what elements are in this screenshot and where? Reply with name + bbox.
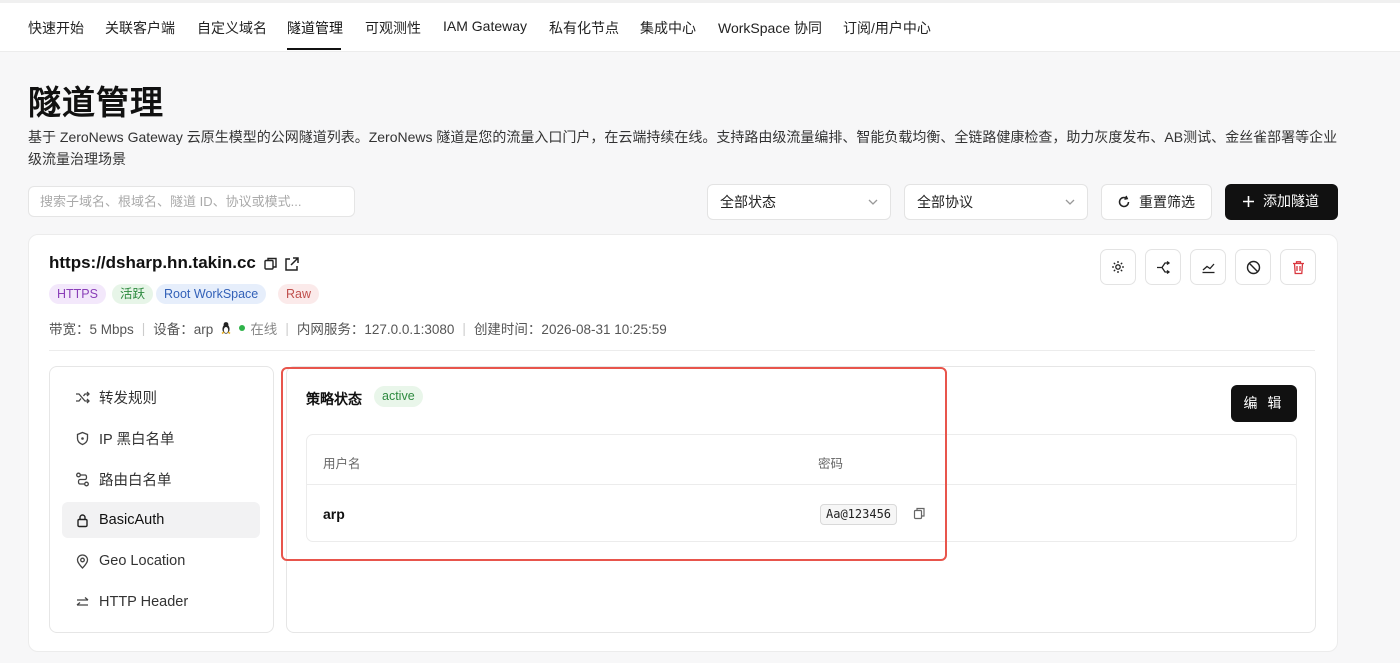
sidebar-item-label: 转发规则 <box>99 390 157 407</box>
sidebar-item-label: HTTP Header <box>99 594 189 610</box>
online-dot <box>239 325 246 331</box>
card-divider <box>49 350 1315 351</box>
tunnel-meta: 带宽：5 Mbps | 设备：arp 在线 | 内网服务：127.0.0.1:3… <box>49 318 667 338</box>
add-tunnel-label: 添加隧道 <box>1263 193 1319 209</box>
path-icon <box>76 472 89 486</box>
trash-icon <box>1292 260 1304 274</box>
chevron-down-icon <box>1065 199 1075 205</box>
linux-icon <box>221 322 231 335</box>
chart-icon <box>1202 263 1214 273</box>
sidebar-item-http-header[interactable]: HTTP Header <box>62 584 260 620</box>
workspace-badge: Root WorkSpace <box>156 284 267 304</box>
protocol-select-value: 全部协议 <box>917 194 973 210</box>
delete-button[interactable] <box>1280 249 1316 285</box>
meta-separator: | <box>141 320 146 336</box>
reset-filter-button[interactable]: 重置筛选 <box>1101 184 1212 220</box>
nav-integrations[interactable]: 集成中心 <box>640 18 696 38</box>
nav-workspace[interactable]: WorkSpace 协同 <box>718 18 822 38</box>
nav-clients[interactable]: 关联客户端 <box>105 18 175 38</box>
sidebar-item-ip-list[interactable]: IP 黑白名单 <box>62 420 260 456</box>
sidebar-item-label: 路由白名单 <box>99 472 172 489</box>
nav-subscription[interactable]: 订阅/用户中心 <box>843 18 931 38</box>
workspace-badge-text: Root WorkSpace <box>164 287 259 301</box>
sidebar-item-label: IP 黑白名单 <box>99 431 175 448</box>
plus-icon <box>1243 195 1254 207</box>
nav-observability[interactable]: 可观测性 <box>365 18 421 38</box>
settings-button[interactable] <box>1100 249 1136 285</box>
nav-private-nodes[interactable]: 私有化节点 <box>549 18 619 38</box>
device-info: 设备：arp <box>153 322 214 337</box>
reset-filter-label: 重置筛选 <box>1139 194 1195 210</box>
nav-custom-domain[interactable]: 自定义域名 <box>197 18 267 38</box>
external-link-icon[interactable] <box>283 256 300 273</box>
sidebar-item-route-whitelist[interactable]: 路由白名单 <box>62 461 260 497</box>
route-button[interactable] <box>1145 249 1181 285</box>
pin-icon <box>76 553 89 569</box>
sidebar-item-basicauth[interactable]: BasicAuth <box>62 502 260 538</box>
gear-icon <box>1112 261 1124 273</box>
page-title: 隧道管理 <box>28 84 164 121</box>
status-badge: 活跃 <box>112 284 154 304</box>
search-input[interactable]: 搜索子域名、根域名、隧道 ID、协议或模式... <box>28 186 355 217</box>
meta-separator: | <box>285 320 289 336</box>
edit-button[interactable]: 编 辑 <box>1231 385 1297 422</box>
top-border <box>0 0 1400 3</box>
bandwidth-info: 带宽：5 Mbps <box>49 322 134 337</box>
metrics-button[interactable] <box>1190 249 1226 285</box>
disable-button[interactable] <box>1235 249 1271 285</box>
sidebar-item-label: Geo Location <box>99 553 186 569</box>
status-badge-text: 活跃 <box>120 287 146 301</box>
add-tunnel-button[interactable]: 添加隧道 <box>1225 184 1338 220</box>
nav-active-indicator <box>287 48 341 50</box>
mode-badge: Raw <box>278 284 320 304</box>
sidebar-item-forward-rules[interactable]: 转发规则 <box>62 379 260 415</box>
page-description: 基于 ZeroNews Gateway 云原生模型的公网隧道列表。ZeroNew… <box>28 129 1338 167</box>
mode-badge-text: Raw <box>286 287 312 301</box>
shuffle-icon <box>76 391 90 403</box>
protocol-select[interactable]: 全部协议 <box>904 184 1088 220</box>
tunnel-url: https://dsharp.hn.takin.cc <box>49 253 256 272</box>
created-time: 创建时间：2026-08-31 10:25:59 <box>473 322 667 337</box>
route-icon <box>1156 260 1170 274</box>
status-select[interactable]: 全部状态 <box>707 184 891 220</box>
nav-quick-start[interactable]: 快速开始 <box>28 18 84 38</box>
lock-icon <box>77 513 88 527</box>
meta-separator: | <box>462 320 466 336</box>
protocol-badge: HTTPS <box>49 284 106 304</box>
nav-iam-gateway[interactable]: IAM Gateway <box>443 18 527 34</box>
highlight-box <box>281 367 947 561</box>
nav-tunnels[interactable]: 隧道管理 <box>287 18 343 38</box>
chevron-down-icon <box>868 199 878 205</box>
online-status: 在线 <box>250 322 278 337</box>
ban-icon <box>1246 260 1260 274</box>
sidebar-item-label: BasicAuth <box>99 512 165 528</box>
refresh-icon <box>1118 195 1130 208</box>
internal-service-info: 内网服务：127.0.0.1:3080 <box>296 322 455 337</box>
shield-icon <box>76 431 89 445</box>
arrows-icon <box>76 596 89 606</box>
status-select-value: 全部状态 <box>720 194 776 210</box>
sidebar-item-geo-location[interactable]: Geo Location <box>62 543 260 579</box>
protocol-badge-text: HTTPS <box>57 287 98 301</box>
copy-icon[interactable] <box>263 256 279 272</box>
